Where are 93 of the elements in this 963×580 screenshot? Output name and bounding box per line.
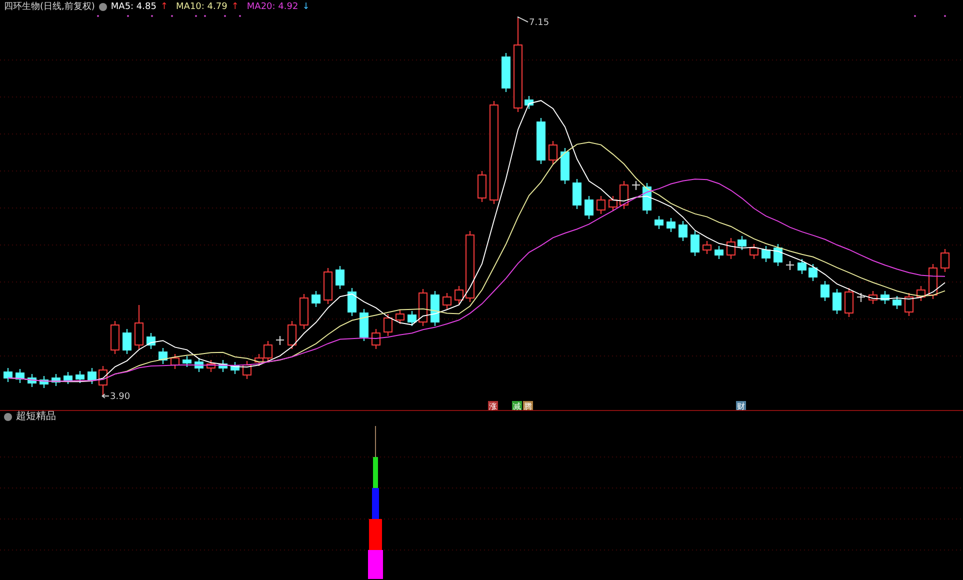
- candlestick: [880, 290, 890, 304]
- candlestick: [64, 372, 72, 384]
- candlestick: [454, 286, 464, 304]
- candlestick: [478, 170, 486, 202]
- signal-tag: 财: [736, 401, 746, 410]
- candlestick: [466, 230, 474, 302]
- candlestick: [868, 290, 878, 304]
- candlestick: [726, 238, 736, 260]
- candlestick: [76, 370, 84, 384]
- candlestick: [146, 332, 156, 350]
- candlestick: [502, 52, 510, 92]
- candlestick: [714, 246, 724, 260]
- candlestick: [88, 368, 96, 384]
- trend-arrow: ↓: [302, 1, 310, 14]
- candlestick: [750, 244, 758, 260]
- candlestick: [418, 288, 428, 326]
- candlestick: [536, 118, 546, 164]
- candlestick: [596, 196, 606, 214]
- candlestick: [324, 268, 332, 304]
- candlestick: [312, 290, 320, 308]
- ma-legend-label: MA10: 4.79: [176, 1, 228, 14]
- signal-tag: 减: [512, 401, 522, 410]
- trend-arrow: ↑: [160, 1, 168, 14]
- candlestick: [654, 216, 664, 230]
- candlestick: [442, 292, 452, 310]
- candlestick: [276, 336, 284, 346]
- candlestick: [916, 286, 926, 302]
- candlestick: [738, 236, 746, 250]
- candlestick: [348, 288, 356, 316]
- candlestick: [16, 368, 24, 384]
- ma-legend-label: MA5: 4.85: [110, 1, 156, 14]
- candlestick: [110, 320, 120, 354]
- candlestick: [372, 328, 380, 350]
- candlestick: [690, 230, 700, 256]
- candlestick: [182, 356, 192, 368]
- candlestick: [584, 196, 594, 220]
- leader-line: [102, 394, 110, 398]
- candlestick: [408, 310, 416, 326]
- candlestick: [832, 288, 842, 314]
- candlestick: [620, 180, 628, 210]
- candlestick: [98, 366, 108, 396]
- candlestick: [928, 264, 938, 300]
- candlestick: [608, 196, 618, 212]
- candlestick: [170, 354, 180, 370]
- candlestick: [786, 260, 794, 270]
- candlestick: [194, 358, 204, 372]
- candlestick: [856, 292, 866, 302]
- pane-title: 超短精品: [16, 411, 56, 423]
- signal-tag: 腾: [523, 401, 533, 410]
- leader-line: [518, 16, 528, 22]
- candlestick: [548, 140, 558, 164]
- candlestick: [808, 264, 818, 282]
- ma-legend-label: MA20: 4.92: [246, 1, 298, 14]
- candlestick: [666, 218, 676, 232]
- candlestick: [560, 148, 570, 184]
- candlestick: [40, 376, 48, 388]
- candlestick: [384, 314, 392, 336]
- candlestick: [430, 290, 440, 326]
- candlestick: [158, 348, 168, 364]
- candlestick: [122, 328, 132, 354]
- candlestick: [230, 362, 240, 374]
- candlestick: [678, 220, 688, 242]
- candlestick: [336, 266, 344, 290]
- signal-tag: 涨: [488, 401, 498, 410]
- candlestick: [820, 280, 830, 302]
- candlestick: [218, 360, 228, 372]
- candlestick: [52, 374, 60, 386]
- candlestick: [844, 288, 854, 318]
- trend-arrow: ↑: [231, 1, 239, 14]
- candlestick: [4, 368, 12, 382]
- candlestick: [940, 248, 950, 272]
- chart-title: 四环生物(日线,前复权): [4, 0, 95, 14]
- candlestick: [904, 292, 914, 316]
- candlestick: [798, 258, 806, 274]
- settings-icon[interactable]: [4, 413, 12, 421]
- candlestick: [632, 180, 640, 190]
- candlestick: [774, 244, 782, 266]
- candlestick: [762, 246, 770, 262]
- candlestick: [396, 310, 404, 324]
- candlestick: [360, 308, 368, 342]
- candlestick: [892, 296, 902, 310]
- candlestick: [242, 360, 252, 380]
- candlestick: [28, 374, 36, 388]
- candlestick: [288, 320, 296, 350]
- settings-icon[interactable]: [98, 3, 107, 11]
- candlestick: [134, 304, 144, 350]
- candlestick: [702, 240, 712, 254]
- low-price-label: 3.90: [110, 392, 130, 402]
- candlestick: [524, 96, 534, 110]
- candlestick: [206, 360, 216, 372]
- high-price-label: 7.15: [529, 18, 550, 28]
- candlestick: [300, 294, 308, 330]
- candlestick: [572, 178, 582, 210]
